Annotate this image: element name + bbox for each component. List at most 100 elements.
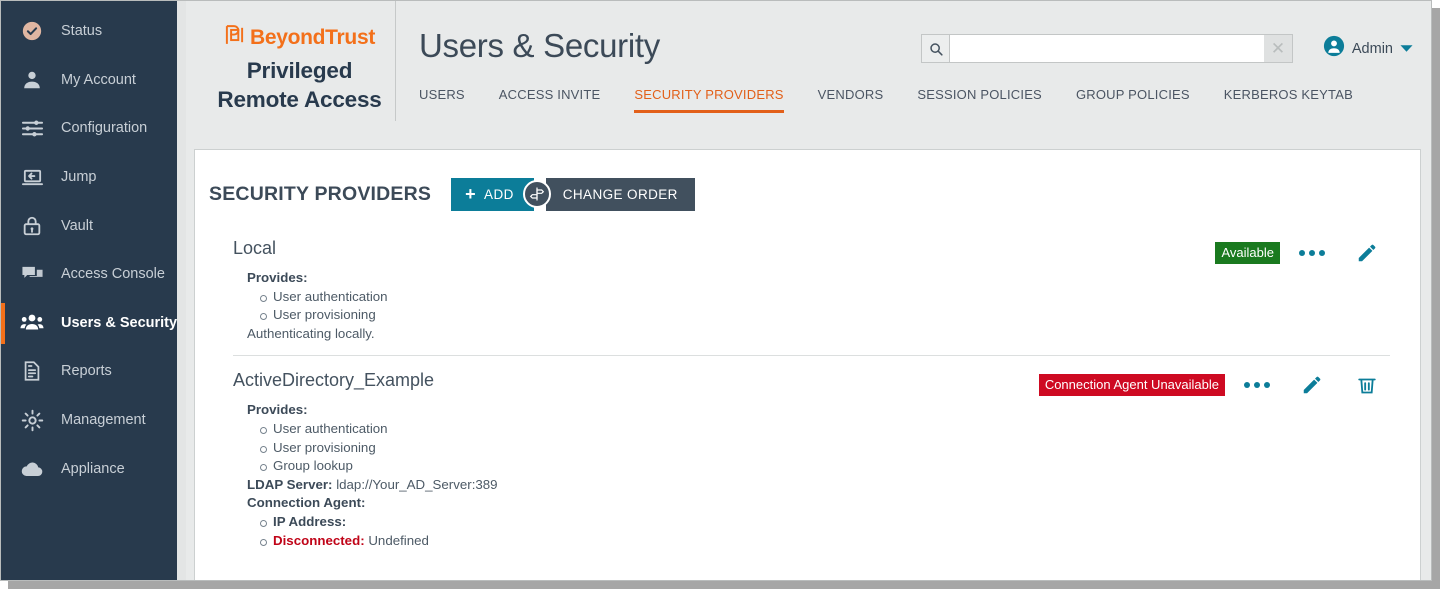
provides-label: Provides: <box>247 402 308 418</box>
sidebar-item-label: Jump <box>61 169 97 186</box>
clear-search-icon[interactable]: ✕ <box>1264 35 1292 62</box>
brand-block: BeyondTrust Privileged Remote Access <box>204 1 396 121</box>
sidebar-item-label: Access Console <box>61 266 165 283</box>
brand-wordmark: BeyondTrust <box>249 25 376 49</box>
users-group-icon <box>17 310 47 336</box>
gear-icon <box>17 407 47 433</box>
ip-address-label: IP Address: <box>273 513 347 529</box>
main-content: BeyondTrust Privileged Remote Access Use… <box>186 1 1431 580</box>
list-item: IP Address: <box>260 513 1390 532</box>
sidebar-item-vault[interactable]: Vault <box>1 201 186 250</box>
disconnected-label: Disconnected: <box>273 532 365 548</box>
disconnected-value: Undefined <box>368 532 429 548</box>
change-order-label: CHANGE ORDER <box>562 186 678 202</box>
check-circle-icon <box>17 18 47 44</box>
jump-laptop-icon <box>17 164 47 190</box>
lock-icon <box>17 213 47 239</box>
plus-icon: + <box>465 184 477 204</box>
providers-list: Local Provides: User authentication User… <box>209 238 1398 562</box>
edit-pencil-icon[interactable] <box>1288 370 1335 400</box>
account-name: Admin <box>1351 40 1393 57</box>
sidebar-item-label: Reports <box>61 363 112 380</box>
sidebar-item-label: Configuration <box>61 120 148 137</box>
sidebar-item-appliance[interactable]: Appliance <box>1 444 186 493</box>
chat-bubbles-icon <box>17 261 47 287</box>
list-item: Group lookup <box>260 457 1390 476</box>
report-document-icon <box>17 358 47 384</box>
user-avatar-icon <box>1323 35 1345 62</box>
sliders-icon <box>17 115 47 141</box>
provider-details: Provides: User authentication User provi… <box>233 401 1390 550</box>
provider-row-actions: Available <box>1215 238 1390 268</box>
tab-security-providers[interactable]: SECURITY PROVIDERS <box>634 81 784 113</box>
ldap-server-row: LDAP Server: ldap://Your_AD_Server:389 <box>247 476 1390 495</box>
provides-label: Provides: <box>247 270 308 285</box>
add-button[interactable]: + ADD <box>451 177 534 211</box>
user-icon <box>17 67 47 93</box>
tab-bar: USERS ACCESS INVITE SECURITY PROVIDERS V… <box>419 81 1431 113</box>
add-button-label: ADD <box>484 186 514 202</box>
list-item: User authentication <box>260 420 1390 439</box>
header-right: Users & Security USERS ACCESS INVITE SEC… <box>396 1 1431 147</box>
brand-logo: BeyondTrust <box>204 24 395 51</box>
product-name-line1: Privileged <box>246 58 353 83</box>
beyondtrust-logo-icon <box>224 24 245 51</box>
application-window: Status My Account Configuration Jump Vau <box>0 0 1432 581</box>
provider-row-actions: Connection Agent Unavailable <box>1038 370 1390 400</box>
tab-users[interactable]: USERS <box>419 81 465 113</box>
search-box: ✕ <box>921 34 1293 63</box>
list-item: User provisioning <box>260 439 1390 458</box>
provider-row: ActiveDirectory_Example Provides: User a… <box>233 355 1390 562</box>
content-card: SECURITY PROVIDERS + ADD CHANGE ORDER Lo… <box>194 149 1421 580</box>
section-title: SECURITY PROVIDERS <box>209 182 432 205</box>
sidebar-item-label: Users & Security <box>61 314 178 331</box>
more-options-icon[interactable] <box>1288 238 1335 268</box>
ldap-server-value: ldap://Your_AD_Server:389 <box>336 476 498 492</box>
sidebar-item-configuration[interactable]: Configuration <box>1 104 186 153</box>
list-item: Disconnected: Undefined <box>260 532 1390 551</box>
sidebar-item-label: My Account <box>61 71 136 88</box>
change-order-button[interactable]: CHANGE ORDER <box>545 177 695 211</box>
sidebar-item-label: Management <box>61 412 146 429</box>
sidebar-item-access-console[interactable]: Access Console <box>1 250 186 299</box>
provider-note: Authenticating locally. <box>247 325 375 341</box>
tab-session-policies[interactable]: SESSION POLICIES <box>917 81 1042 113</box>
signpost-icon[interactable] <box>522 180 551 208</box>
tab-access-invite[interactable]: ACCESS INVITE <box>499 81 601 113</box>
more-options-icon[interactable] <box>1233 370 1280 400</box>
product-name-line2: Remote Access <box>217 87 382 112</box>
sidebar-item-label: Status <box>61 23 103 40</box>
account-menu[interactable]: Admin <box>1323 35 1413 62</box>
tab-group-policies[interactable]: GROUP POLICIES <box>1076 81 1190 113</box>
list-item: User provisioning <box>260 306 1390 325</box>
provides-list: User authentication User provisioning Gr… <box>247 420 1390 476</box>
provider-details: Provides: User authentication User provi… <box>233 269 1390 343</box>
connection-agent-label: Connection Agent: <box>247 495 366 511</box>
sidebar-item-jump[interactable]: Jump <box>1 153 186 202</box>
sidebar-item-label: Vault <box>61 217 93 234</box>
sidebar-item-reports[interactable]: Reports <box>1 347 186 396</box>
provides-list: User authentication User provisioning <box>247 288 1390 325</box>
tab-vendors[interactable]: VENDORS <box>818 81 884 113</box>
sidebar-item-label: Appliance <box>61 460 125 477</box>
status-badge: Available <box>1215 242 1280 264</box>
sidebar-item-my-account[interactable]: My Account <box>1 56 186 105</box>
sidebar-item-status[interactable]: Status <box>1 7 186 56</box>
search-input[interactable] <box>950 35 1264 62</box>
cloud-icon <box>17 456 47 482</box>
chevron-down-icon <box>1400 40 1413 58</box>
connection-agent-list: IP Address: Disconnected: Undefined <box>247 513 1390 550</box>
main-sidebar: Status My Account Configuration Jump Vau <box>1 1 186 580</box>
sidebar-item-management[interactable]: Management <box>1 396 186 445</box>
tab-kerberos-keytab[interactable]: KERBEROS KEYTAB <box>1224 81 1353 113</box>
provider-row: Local Provides: User authentication User… <box>233 238 1390 355</box>
ldap-server-label: LDAP Server: <box>247 476 333 492</box>
sidebar-scrollbar[interactable] <box>177 1 186 580</box>
delete-trash-icon[interactable] <box>1343 370 1390 400</box>
edit-pencil-icon[interactable] <box>1343 238 1390 268</box>
search-icon[interactable] <box>922 35 950 62</box>
product-name: Privileged Remote Access <box>204 56 395 114</box>
status-badge: Connection Agent Unavailable <box>1038 374 1225 397</box>
sidebar-item-users-security[interactable]: Users & Security <box>1 299 186 348</box>
list-item: User authentication <box>260 288 1390 307</box>
